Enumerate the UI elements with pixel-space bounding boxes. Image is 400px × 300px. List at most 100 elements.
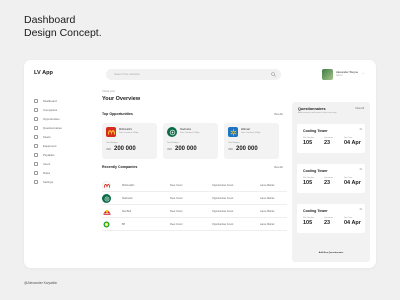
key-icon: [34, 170, 38, 175]
walmart-logo: [228, 127, 238, 137]
opportunity-card[interactable]: McDonald's Date Created: 04 Apr Total Bu…: [102, 123, 157, 159]
questions-value: 23: [324, 180, 331, 186]
app-window: LV App Search the website Alexander Weyn…: [24, 60, 376, 268]
owner-name: Lance Mahler: [260, 222, 275, 226]
starbucks-logo: [167, 127, 177, 137]
top-opportunities-title: Top Opportunities: [102, 112, 133, 116]
sidebar-item-dashboard[interactable]: Dashboard: [34, 96, 84, 105]
questionnaires-view-all-link[interactable]: View All: [355, 107, 364, 110]
recent-companies-view-all-link[interactable]: View All: [274, 166, 283, 169]
sidebar-item-label: Opportunities: [43, 116, 60, 121]
list-icon: [34, 125, 38, 130]
sidebar: Dashboard Companies Opportunities Questi…: [34, 96, 84, 186]
opportunity-amount: 200 000: [114, 146, 136, 152]
user-name: Alexander Weyne: [336, 70, 359, 74]
sidebar-item-label: Companies: [43, 107, 58, 112]
questionnaire-title: Cooling Tower: [303, 129, 328, 133]
more-options-icon[interactable]: •••: [360, 167, 363, 171]
opportunity-date: Date Created: 04 Apr: [241, 132, 261, 134]
opportunity-card[interactable]: Starbucks Date Created: 04 Apr Total Bud…: [163, 123, 218, 159]
owner-name: Lance Mahler: [260, 183, 275, 187]
opportunities-count: Opportunities Count: [212, 196, 234, 200]
opportunity-date: Date Created: 04 Apr: [119, 132, 139, 134]
redbull-logo: [102, 207, 111, 216]
more-options-icon[interactable]: •••: [360, 127, 363, 131]
sidebar-item-opportunities[interactable]: Opportunities: [34, 114, 84, 123]
questionnaires-panel: Questionnaires Add answers and move to t…: [292, 102, 370, 262]
showcase-title: Dashboard Design Concept.: [24, 14, 102, 39]
showcase-title-line2: Design Concept.: [24, 26, 102, 39]
company-name: McDonald's: [122, 183, 135, 187]
sidebar-item-label: Users: [43, 161, 51, 166]
search-placeholder: Search the website: [114, 72, 140, 77]
questionnaire-title: Cooling Tower: [303, 169, 328, 173]
ref-number-label: Ref. Number: [303, 177, 315, 179]
sidebar-item-equipment[interactable]: Equipment: [34, 141, 84, 150]
questionnaire-card[interactable]: Cooling Tower ••• Ref. Number 105 Questi…: [297, 164, 365, 193]
questionnaire-card[interactable]: Cooling Tower ••• Ref. Number 105 Questi…: [297, 204, 365, 233]
recent-companies-title: Recently Companies: [102, 165, 138, 169]
questions-value: 23: [324, 220, 331, 226]
sidebar-item-label: Payables: [43, 152, 55, 157]
table-row[interactable]: Starbucks Fleet Count Opportunities Coun…: [102, 193, 287, 204]
questions-label: Questions: [324, 217, 334, 219]
top-opportunities-view-all-link[interactable]: View All: [274, 113, 283, 116]
sidebar-item-questionnaires[interactable]: Questionnaires: [34, 123, 84, 132]
due-date-label: Due Date: [344, 137, 353, 139]
opportunity-currency: USD: [106, 148, 111, 151]
questionnaire-title: Cooling Tower: [303, 209, 328, 213]
sidebar-item-fleets[interactable]: Fleets: [34, 132, 84, 141]
avatar[interactable]: [322, 69, 333, 80]
opportunities-count: Opportunities Count: [212, 209, 234, 213]
opportunity-card[interactable]: Walmart Date Created: 04 Apr Total Budge…: [224, 123, 279, 159]
due-date-value: 04 Apr: [344, 140, 361, 146]
sidebar-item-label: Questionnaires: [43, 125, 62, 130]
user-icon: [34, 161, 38, 166]
add-questionnaire-button[interactable]: Add New Questionnaire: [292, 252, 370, 254]
opportunity-meta: Total Budget: [106, 142, 118, 144]
opportunity-name: Starbucks: [180, 128, 192, 131]
ref-number-value: 105: [303, 140, 313, 146]
sidebar-item-label: Fleets: [43, 134, 51, 139]
due-date-value: 04 Apr: [344, 180, 361, 186]
sidebar-item-settings[interactable]: Settings: [34, 177, 84, 186]
search-input[interactable]: Search the website: [106, 69, 281, 80]
sidebar-item-companies[interactable]: Companies: [34, 105, 84, 114]
questions-label: Questions: [324, 177, 334, 179]
opportunity-currency: USD: [167, 148, 172, 151]
mcdonalds-logo: [106, 127, 116, 137]
table-row[interactable]: BP Fleet Count Opportunities Count Lance…: [102, 219, 287, 230]
search-icon[interactable]: [271, 71, 276, 77]
opportunities-count: Opportunities Count: [212, 222, 234, 226]
tool-icon: [34, 143, 38, 148]
more-options-icon[interactable]: •••: [360, 207, 363, 211]
page-title: Your Overview: [102, 95, 141, 102]
chevron-down-icon[interactable]: ⌄: [362, 71, 365, 75]
table-row[interactable]: McDonald's Fleet Count Opportunities Cou…: [102, 180, 287, 191]
sidebar-item-label: Roles: [43, 170, 51, 175]
table-row[interactable]: Red Bull Fleet Count Opportunities Count…: [102, 206, 287, 217]
opportunity-amount: 200 000: [175, 146, 197, 152]
fleet-count: Fleet Count: [170, 183, 183, 187]
showcase-title-line1: Dashboard: [24, 14, 76, 26]
mcdonalds-logo: [102, 181, 111, 190]
opportunity-meta: Total Budget: [228, 142, 240, 144]
user-menu[interactable]: Alexander Weyne Admin ⌄: [322, 68, 370, 82]
opportunity-name: McDonald's: [119, 128, 132, 131]
sidebar-item-label: Dashboard: [43, 98, 57, 103]
opportunity-date: Date Created: 04 Apr: [180, 132, 200, 134]
due-date-label: Due Date: [344, 217, 353, 219]
questionnaires-subtitle: Add answers and move to the next step: [298, 112, 337, 114]
sidebar-item-payables[interactable]: Payables: [34, 150, 84, 159]
opportunity-meta: Total Budget: [167, 142, 179, 144]
opportunity-currency: USD: [228, 148, 233, 151]
sidebar-item-users[interactable]: Users: [34, 159, 84, 168]
fleet-count: Fleet Count: [170, 209, 183, 213]
questionnaire-card[interactable]: Cooling Tower ••• Ref. Number 105 Questi…: [297, 124, 365, 153]
gear-icon: [34, 179, 38, 184]
opportunity-amount: 200 000: [236, 146, 258, 152]
questions-label: Questions: [324, 137, 334, 139]
owner-name: Lance Mahler: [260, 209, 275, 213]
app-logo[interactable]: LV App: [34, 70, 53, 76]
sidebar-item-roles[interactable]: Roles: [34, 168, 84, 177]
